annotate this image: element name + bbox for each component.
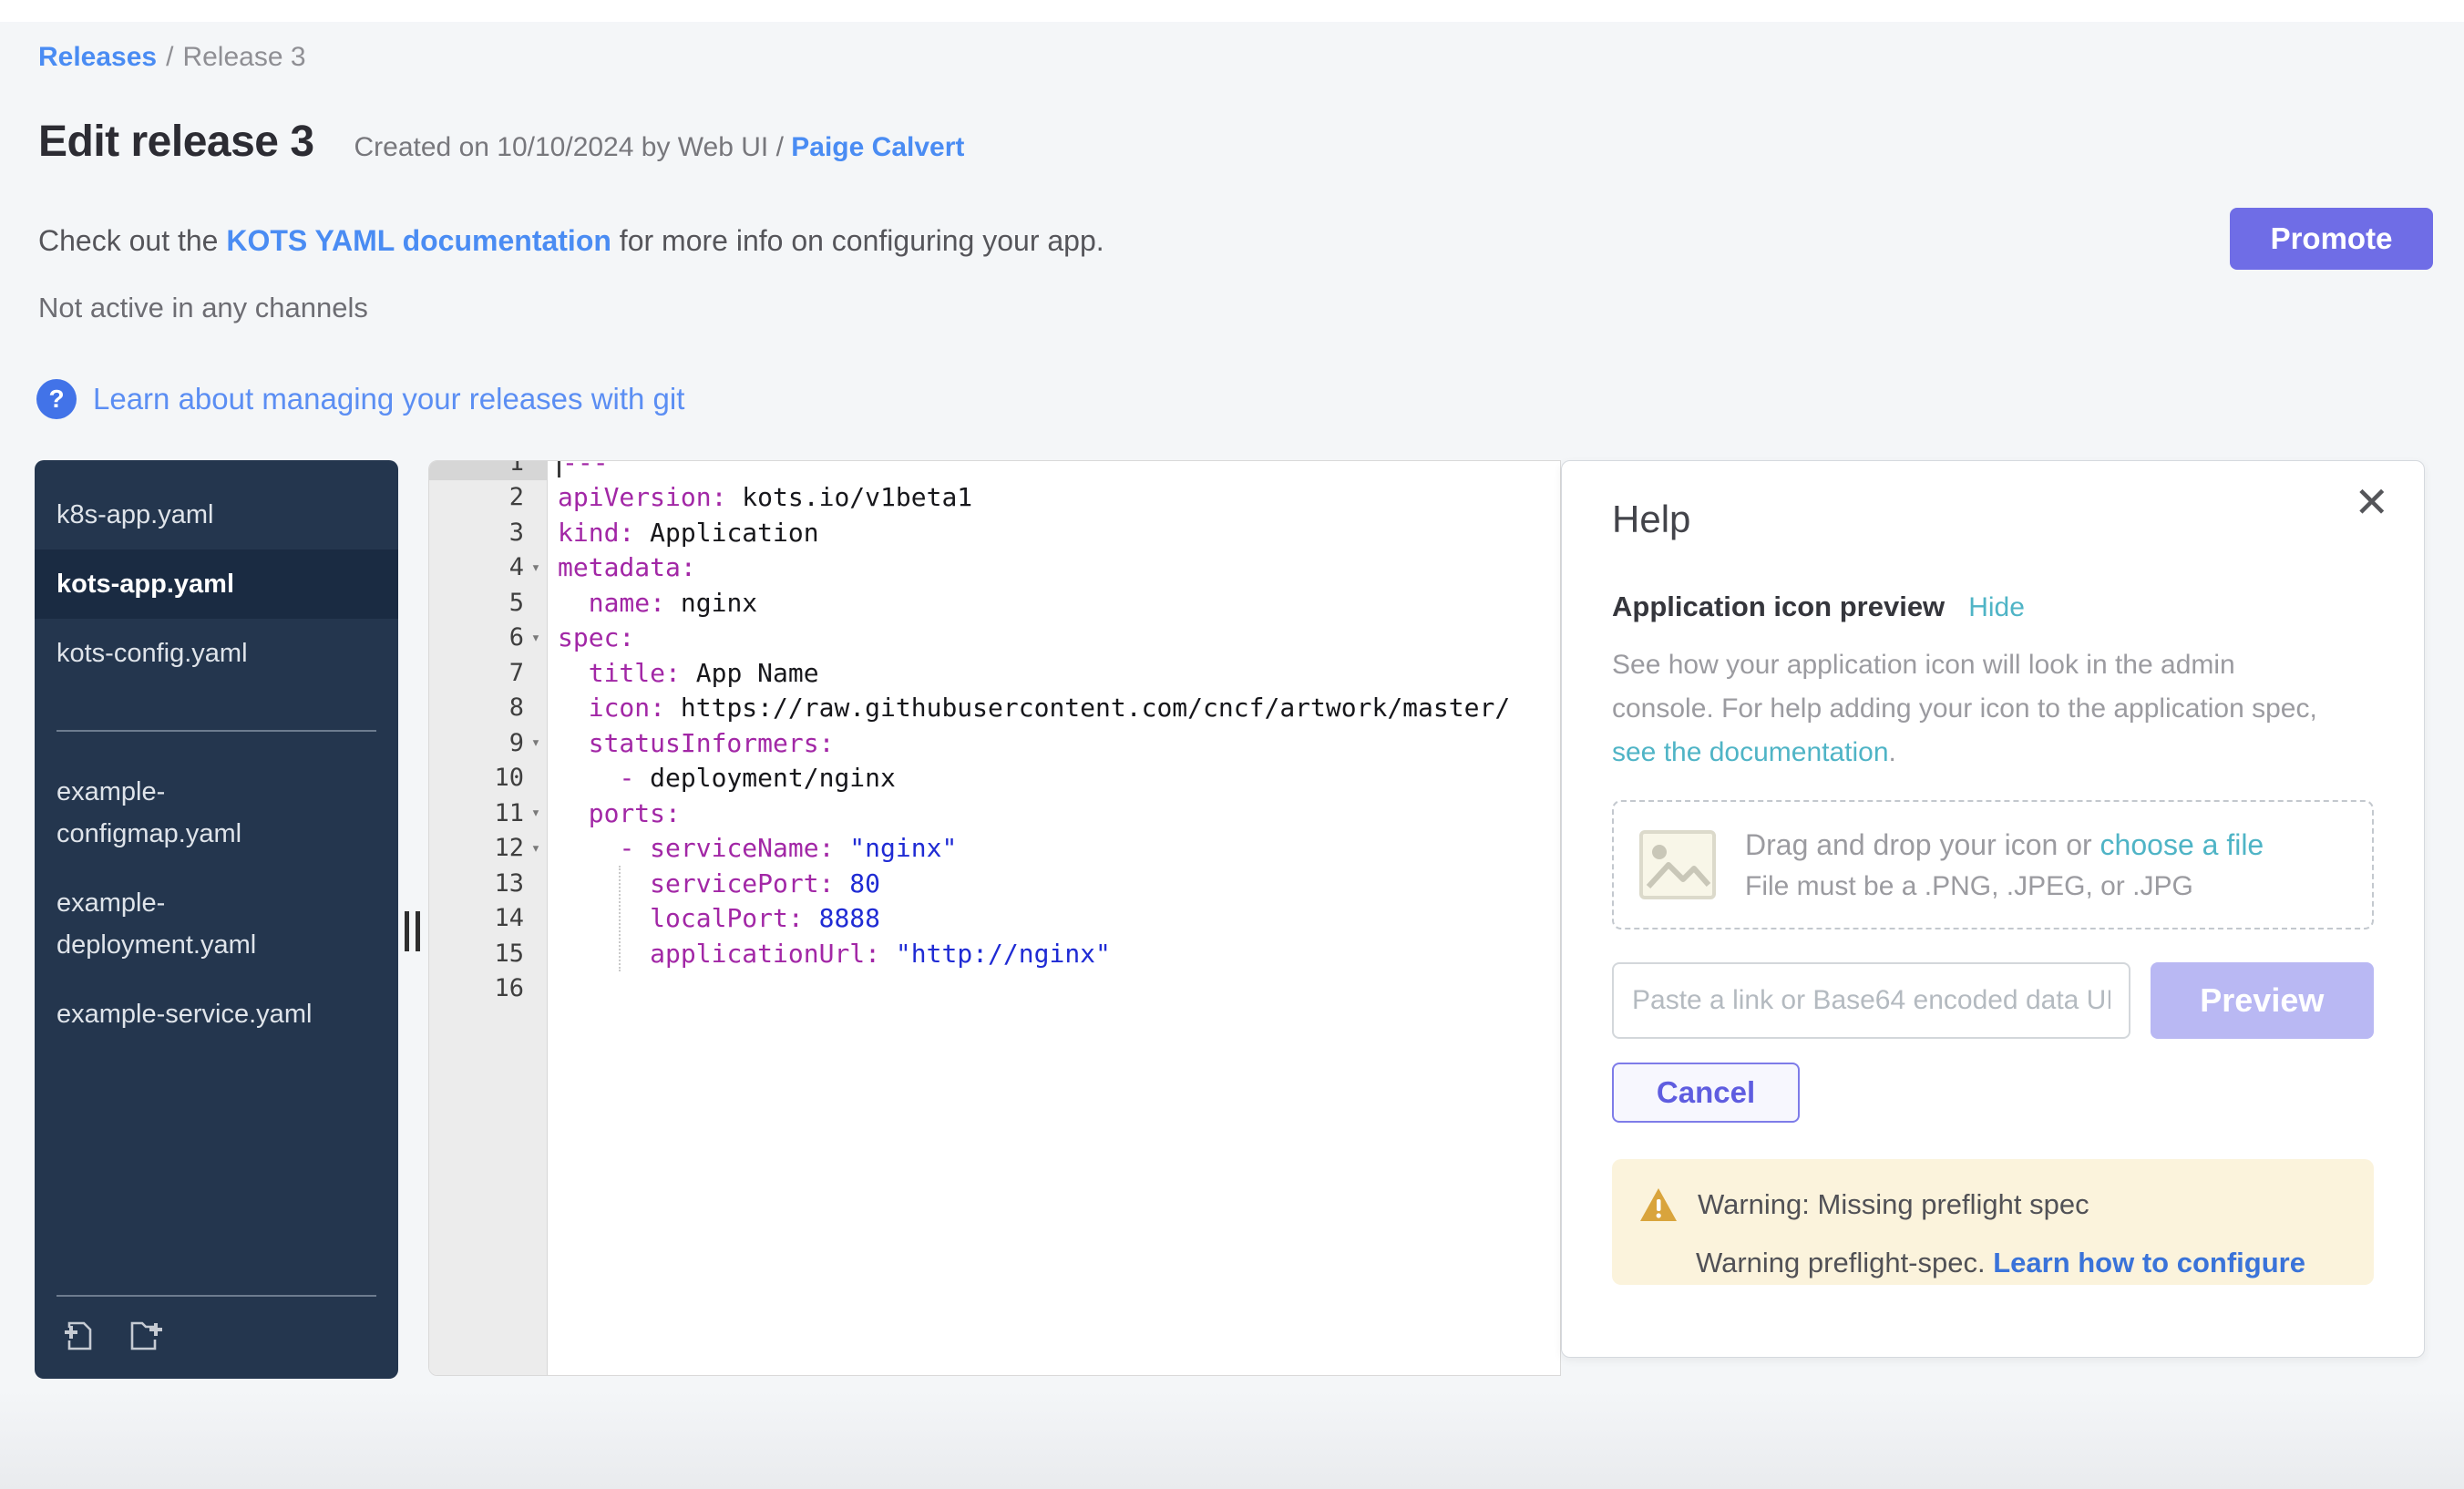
question-circle-icon: ?	[36, 379, 77, 419]
file-tree-sidebar: k8s-app.yamlkots-app.yamlkots-config.yam…	[35, 460, 398, 1379]
warning-body: Warning preflight-spec.	[1696, 1247, 1993, 1278]
save-release-button[interactable]: Save release	[2171, 1392, 2426, 1456]
icon-dropzone[interactable]: Drag and drop your icon or choose a file…	[1612, 800, 2374, 929]
file-item-k8s-app.yaml[interactable]: k8s-app.yaml	[35, 480, 398, 549]
dropzone-prompt: Drag and drop your icon or	[1745, 828, 2100, 861]
code-line-14[interactable]: 14 localPort: 8888	[429, 901, 1560, 937]
code-line-1[interactable]: 1---	[429, 460, 1560, 480]
code-line-11[interactable]: 11▾ ports:	[429, 796, 1560, 831]
warning-configure-link[interactable]: Learn how to configure	[1993, 1247, 2305, 1278]
docs-suffix: for more info on configuring your app.	[611, 224, 1104, 257]
icon-preview-section-header: Application icon preview Hide	[1612, 590, 2374, 623]
code-line-4[interactable]: 4▾metadata:	[429, 550, 1560, 586]
choose-file-link[interactable]: choose a file	[2100, 828, 2264, 861]
file-item-example-service.yaml[interactable]: example-service.yaml	[35, 980, 398, 1049]
code-line-3[interactable]: 3kind: Application	[429, 515, 1560, 550]
cancel-button[interactable]: Cancel	[1612, 1063, 1800, 1123]
code-line-5[interactable]: 5 name: nginx	[429, 585, 1560, 621]
promote-button[interactable]: Promote	[2230, 208, 2433, 270]
file-item-kots-app.yaml[interactable]: kots-app.yaml	[35, 549, 398, 619]
hide-link[interactable]: Hide	[1968, 592, 2025, 623]
add-file-icon[interactable]	[58, 1315, 100, 1357]
yaml-editor[interactable]: 1---2apiVersion: kots.io/v1beta13kind: A…	[428, 460, 1561, 1376]
file-list: k8s-app.yamlkots-app.yamlkots-config.yam…	[35, 460, 398, 1295]
code-line-13[interactable]: 13 servicePort: 80	[429, 866, 1560, 901]
channel-status: Not active in any channels	[38, 292, 368, 324]
icon-preview-description: See how your application icon will look …	[1612, 643, 2341, 775]
created-prefix: Created on 10/10/2024 by Web UI /	[354, 132, 792, 162]
help-panel-title: Help	[1612, 498, 2374, 541]
code-line-15[interactable]: 15 applicationUrl: "http://nginx"	[429, 936, 1560, 971]
code-line-7[interactable]: 7 title: App Name	[429, 655, 1560, 691]
code-line-12[interactable]: 12▾ - serviceName: "nginx"	[429, 831, 1560, 867]
icon-url-row: Preview	[1612, 962, 2374, 1039]
kots-yaml-doc-link[interactable]: KOTS YAML documentation	[226, 224, 611, 257]
title-row: Edit release 3 Created on 10/10/2024 by W…	[38, 117, 964, 167]
see-documentation-link[interactable]: see the documentation	[1612, 737, 1889, 767]
file-item-example-configmap.yaml[interactable]: example-configmap.yaml	[35, 757, 398, 868]
warning-title: Warning: Missing preflight spec	[1698, 1188, 2089, 1221]
preview-button[interactable]: Preview	[2151, 962, 2374, 1039]
breadcrumb-releases-link[interactable]: Releases	[38, 42, 157, 72]
code-line-6[interactable]: 6▾spec:	[429, 621, 1560, 656]
top-strip	[0, 0, 2464, 22]
icon-preview-title: Application icon preview	[1612, 590, 1945, 623]
breadcrumb-separator: /	[166, 42, 173, 72]
help-panel: ✕ Help Application icon preview Hide See…	[1561, 460, 2425, 1358]
file-item-example-deployment.yaml[interactable]: example-deployment.yaml	[35, 868, 398, 980]
last-modified-text: Last modified on 10/10/2024	[38, 1414, 395, 1447]
page-title: Edit release 3	[38, 117, 314, 167]
docs-line: Check out the KOTS YAML documentation fo…	[38, 224, 1104, 258]
code-line-9[interactable]: 9▾ statusInformers:	[429, 725, 1560, 761]
preflight-warning-box: Warning: Missing preflight spec Warning …	[1612, 1159, 2374, 1285]
dropzone-requirements: File must be a .PNG, .JPEG, or .JPG	[1745, 871, 2264, 902]
docs-prefix: Check out the	[38, 224, 226, 257]
sidebar-footer	[56, 1295, 376, 1379]
breadcrumb: Releases / Release 3	[38, 42, 306, 73]
indent-guide	[619, 866, 621, 971]
tree-divider	[56, 730, 376, 732]
created-author-link[interactable]: Paige Calvert	[791, 132, 964, 162]
git-help-row[interactable]: ? Learn about managing your releases wit…	[36, 379, 684, 419]
warning-detail: Warning preflight-spec. Learn how to con…	[1696, 1247, 2346, 1279]
image-placeholder-icon	[1638, 825, 1718, 905]
description-text: See how your application icon will look …	[1612, 650, 2317, 724]
icon-url-input[interactable]	[1612, 962, 2130, 1039]
code-line-2[interactable]: 2apiVersion: kots.io/v1beta1	[429, 480, 1560, 516]
code-line-10[interactable]: 10 - deployment/nginx	[429, 761, 1560, 796]
created-line: Created on 10/10/2024 by Web UI / Paige …	[354, 132, 965, 163]
add-folder-icon[interactable]	[126, 1315, 168, 1357]
code-line-16[interactable]: 16	[429, 971, 1560, 1007]
close-icon[interactable]: ✕	[2354, 481, 2389, 523]
sidebar-resize-handle[interactable]	[405, 911, 420, 951]
dropzone-text: Drag and drop your icon or choose a file…	[1745, 828, 2264, 902]
git-help-link[interactable]: Learn about managing your releases with …	[93, 382, 684, 416]
breadcrumb-current: Release 3	[182, 42, 305, 72]
code-lines: 1---2apiVersion: kots.io/v1beta13kind: A…	[429, 460, 1560, 1006]
description-period: .	[1889, 737, 1896, 767]
code-line-8[interactable]: 8 icon: https://raw.githubusercontent.co…	[429, 691, 1560, 726]
file-item-kots-config.yaml[interactable]: kots-config.yaml	[35, 619, 398, 688]
warning-triangle-icon	[1639, 1186, 1678, 1223]
